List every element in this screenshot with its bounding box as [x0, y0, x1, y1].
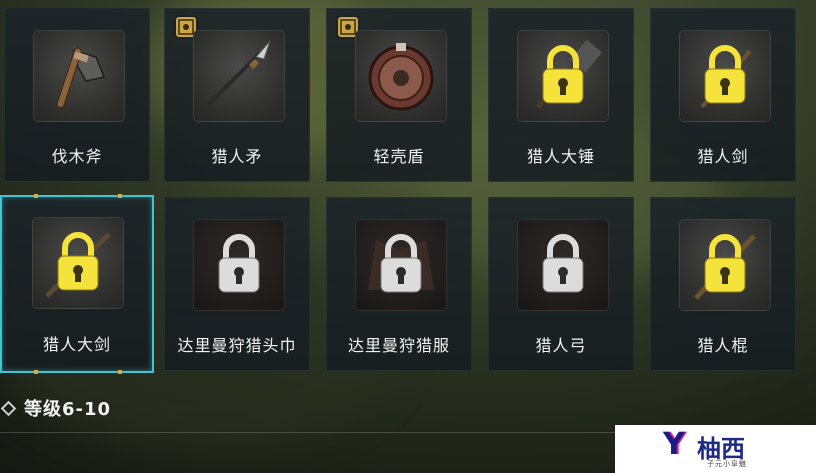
item-card-hunter-staff[interactable]: 猎人棍: [650, 197, 796, 371]
selection-corner: [34, 194, 38, 198]
watermark-subtitle: 子元小阜魅: [707, 460, 747, 468]
diamond-icon: [0, 400, 17, 416]
item-grid: 伐木斧 猎人矛 轻壳盾 猎人大锤 猎人剑 猎人大剑 达里曼狩猎头巾 达里曼狩猎服…: [0, 0, 816, 380]
item-card-hunter-bow[interactable]: 猎人弓: [488, 197, 634, 371]
item-thumb: [517, 30, 609, 122]
level-section-header: 等级6-10: [0, 395, 111, 421]
item-label: 达里曼狩猎服: [347, 336, 450, 355]
axe-icon: [56, 47, 106, 109]
item-thumb: [355, 30, 447, 122]
selection-corner: [118, 194, 122, 198]
item-thumb: [33, 30, 125, 122]
silver-lock-icon: [380, 234, 422, 293]
item-label: 猎人弓: [535, 336, 587, 355]
item-thumb: [355, 219, 447, 311]
item-card-hunter-greatsword[interactable]: 猎人大剑: [0, 194, 154, 374]
item-label: 猎人矛: [211, 147, 263, 166]
item-thumb: [517, 219, 609, 311]
gold-lock-icon: [542, 45, 584, 104]
item-card-spear[interactable]: 猎人矛: [164, 8, 310, 182]
level-label: 等级6-10: [24, 399, 112, 420]
item-label: 达里曼狩猎头巾: [177, 336, 297, 355]
watermark-logo: Y: [663, 427, 685, 462]
item-card-shield[interactable]: 轻壳盾: [326, 8, 472, 182]
item-label: 轻壳盾: [373, 147, 425, 166]
section-divider: [0, 432, 620, 433]
item-label: 猎人剑: [697, 147, 749, 166]
silver-lock-icon: [218, 234, 260, 293]
item-thumb: [679, 30, 771, 122]
item-card-dariman-headscarf[interactable]: 达里曼狩猎头巾: [164, 197, 310, 371]
item-thumb: [679, 219, 771, 311]
silver-lock-icon: [542, 234, 584, 293]
item-card-hunter-sword[interactable]: 猎人剑: [650, 8, 796, 182]
item-label: 猎人大锤: [526, 147, 595, 166]
item-label: 猎人棍: [697, 336, 749, 355]
spear-icon: [206, 40, 271, 107]
item-label: 猎人大剑: [42, 335, 111, 354]
item-card-axe[interactable]: 伐木斧: [4, 8, 150, 182]
item-thumb: [32, 217, 124, 309]
item-label: 伐木斧: [51, 147, 103, 166]
shield-icon: [368, 43, 434, 111]
selection-corner: [34, 370, 38, 374]
gold-lock-icon: [57, 232, 99, 291]
item-card-dariman-suit[interactable]: 达里曼狩猎服: [326, 197, 472, 371]
item-thumb: [193, 30, 285, 122]
gold-lock-icon: [704, 45, 746, 104]
watermark: Y 柚西 子元小阜魅: [615, 425, 816, 473]
selection-corner: [118, 370, 122, 374]
item-card-hunter-hammer[interactable]: 猎人大锤: [488, 8, 634, 182]
gold-lock-icon: [704, 234, 746, 293]
item-thumb: [193, 219, 285, 311]
